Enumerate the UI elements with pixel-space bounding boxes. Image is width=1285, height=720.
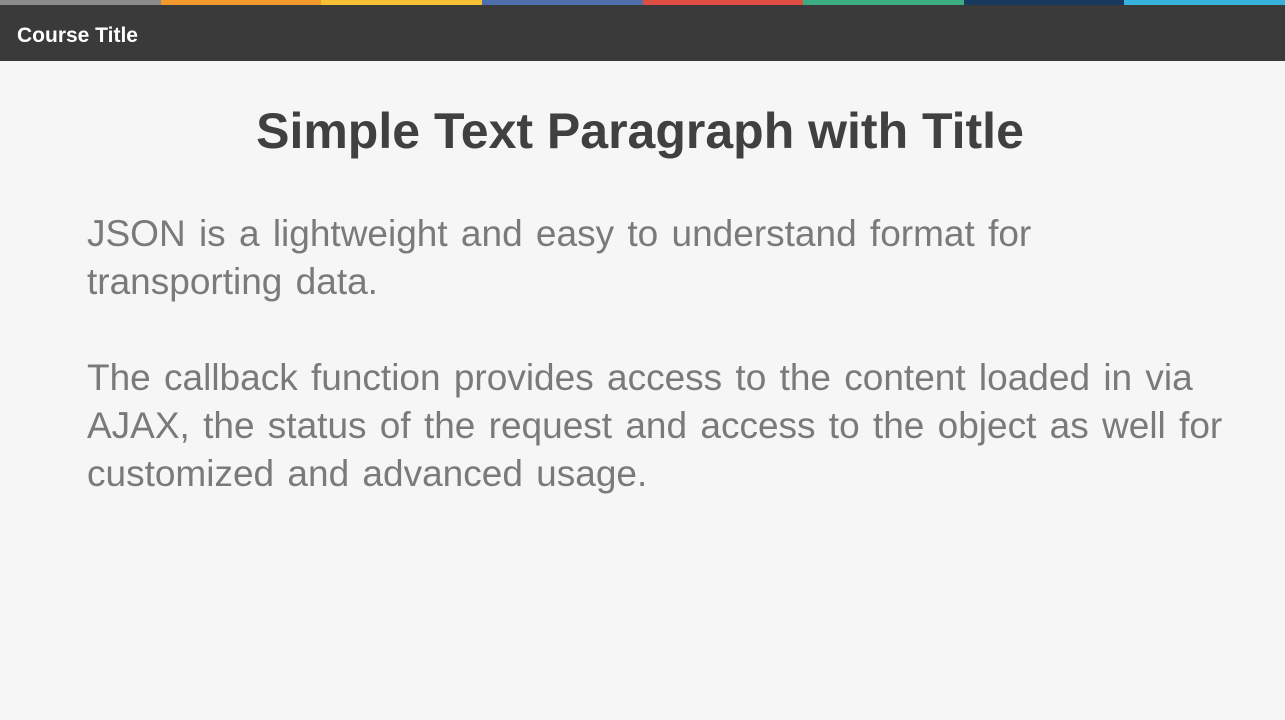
slide-title: Simple Text Paragraph with Title bbox=[256, 103, 1024, 159]
paragraph: The callback function provides access to… bbox=[87, 357, 1223, 494]
paragraph: JSON is a lightweight and easy to unders… bbox=[87, 213, 1032, 302]
header-bar: Course Title bbox=[0, 5, 1285, 61]
course-title: Course Title bbox=[17, 24, 138, 47]
slide: Course Title Simple Text Paragraph with … bbox=[0, 0, 1285, 720]
body-text: JSON is a lightweight and easy to unders… bbox=[87, 210, 1227, 498]
